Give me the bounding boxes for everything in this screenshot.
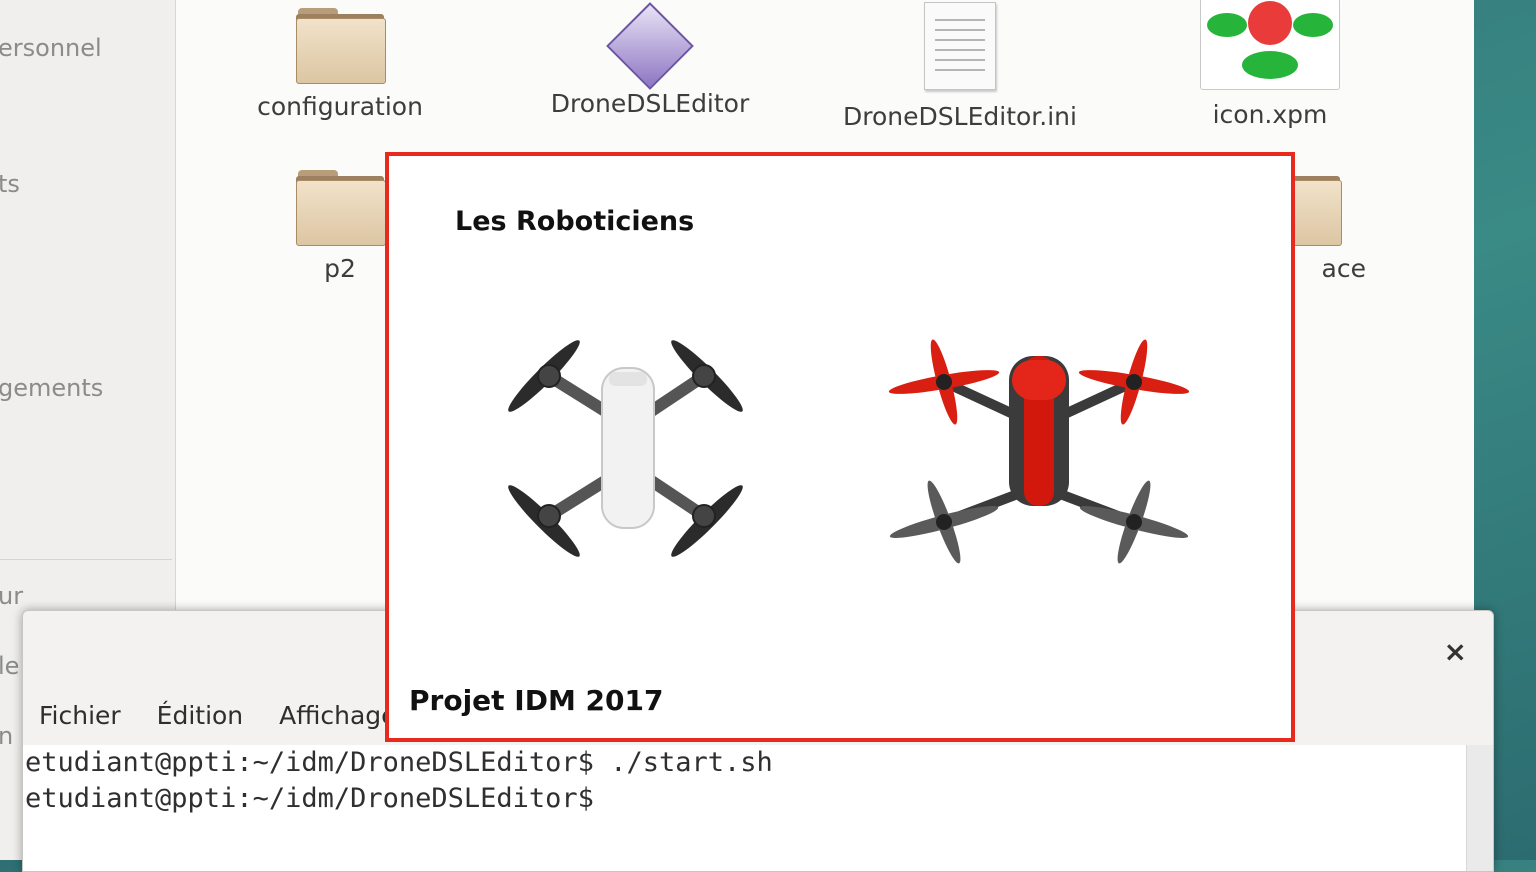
sidebar-item-personal[interactable]: ersonnel bbox=[0, 34, 102, 62]
red-drone-image bbox=[888, 339, 1190, 564]
menu-fichier[interactable]: Fichier bbox=[39, 701, 121, 730]
sidebar-item-network[interactable]: n bbox=[0, 722, 13, 750]
splash-screen: Les Roboticiens Projet IDM 2017 bbox=[385, 152, 1295, 742]
sidebar-item-downloads[interactable]: gements bbox=[0, 374, 103, 402]
sidebar-divider bbox=[0, 559, 172, 560]
splash-footer: Projet IDM 2017 bbox=[409, 684, 664, 717]
terminal-output[interactable]: etudiant@ppti:~/idm/DroneDSLEditor$ ./st… bbox=[23, 745, 1467, 871]
terminal-scrollbar[interactable] bbox=[1466, 745, 1493, 871]
menu-edition[interactable]: Édition bbox=[157, 701, 244, 730]
sidebar-item-documents[interactable]: ts bbox=[0, 170, 20, 198]
file-label: icon.xpm bbox=[1212, 100, 1328, 129]
close-icon[interactable]: × bbox=[1444, 635, 1467, 668]
sidebar-item-file[interactable]: le bbox=[0, 652, 19, 680]
terminal-menubar: Fichier Édition Affichage bbox=[39, 701, 425, 730]
file-label: configuration bbox=[257, 92, 423, 121]
folder-icon bbox=[296, 4, 386, 84]
sidebar-item-other[interactable]: ur bbox=[0, 582, 23, 610]
file-item-icon-xpm[interactable]: icon.xpm bbox=[1150, 0, 1390, 129]
folder-icon bbox=[296, 166, 386, 246]
file-label: DroneDSLEditor.ini bbox=[843, 102, 1077, 131]
executable-icon bbox=[606, 2, 694, 90]
white-drone-image bbox=[508, 340, 743, 557]
file-item-dronedsleditor[interactable]: DroneDSLEditor bbox=[530, 2, 770, 118]
file-item-configuration[interactable]: configuration bbox=[220, 4, 460, 121]
file-item-dronedsleditor-ini[interactable]: DroneDSLEditor.ini bbox=[840, 2, 1080, 131]
splash-title: Les Roboticiens bbox=[455, 206, 695, 237]
menu-affichage[interactable]: Affichage bbox=[279, 701, 396, 730]
terminal-line: etudiant@ppti:~/idm/DroneDSLEditor$ ./st… bbox=[25, 747, 773, 778]
terminal-line: etudiant@ppti:~/idm/DroneDSLEditor$ bbox=[25, 783, 594, 814]
text-file-icon bbox=[924, 2, 996, 90]
image-file-icon bbox=[1200, 0, 1340, 90]
file-label: DroneDSLEditor bbox=[550, 89, 750, 118]
